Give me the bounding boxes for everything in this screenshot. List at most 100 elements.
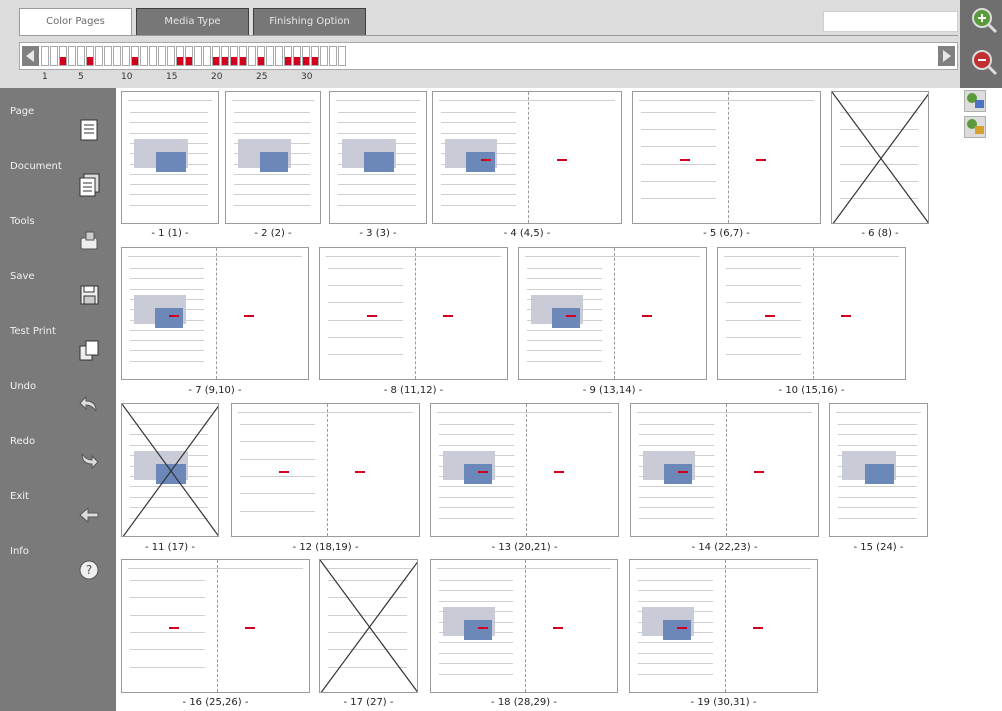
page-thumbnail[interactable] xyxy=(831,91,929,224)
page-thumbnail[interactable] xyxy=(121,559,310,693)
strip-page-21[interactable] xyxy=(221,46,229,66)
strip-page-26[interactable] xyxy=(266,46,274,66)
sidebar: Page Document Tools Save Test Print Undo Redo E… xyxy=(0,88,116,711)
strip-page-28[interactable] xyxy=(284,46,292,66)
strip-page-8[interactable] xyxy=(104,46,112,66)
strip-page-16[interactable] xyxy=(176,46,184,66)
page-thumbnail[interactable] xyxy=(225,91,321,224)
sidebar-item-label: Page xyxy=(10,106,35,117)
page-strip-panel xyxy=(19,42,958,70)
thumbnail-label: - 11 (17) - xyxy=(144,542,195,553)
search-input[interactable] xyxy=(823,11,958,32)
strip-scroll-left-button[interactable] xyxy=(22,46,39,66)
sidebar-item-info[interactable]: Info? xyxy=(0,546,116,592)
page-thumbnail[interactable] xyxy=(121,403,219,537)
sidebar-item-label: Exit xyxy=(10,491,29,502)
sidebar-item-page[interactable]: Page xyxy=(0,106,116,152)
strip-number: 15 xyxy=(166,72,178,82)
strip-page-4[interactable] xyxy=(68,46,76,66)
strip-page-18[interactable] xyxy=(194,46,202,66)
thumbnail-label: - 17 (27) - xyxy=(343,697,394,708)
arrow-left-icon xyxy=(26,50,34,62)
sidebar-item-redo[interactable]: Redo xyxy=(0,436,116,482)
sidebar-item-undo[interactable]: Undo xyxy=(0,381,116,427)
page-thumbnail[interactable] xyxy=(121,247,309,380)
sidebar-item-test-print[interactable]: Test Print xyxy=(0,326,116,372)
page-thumbnail[interactable] xyxy=(518,247,707,380)
page-thumbnail[interactable] xyxy=(629,559,818,693)
page-thumbnail[interactable] xyxy=(319,559,418,693)
strip-number: 20 xyxy=(211,72,223,82)
strip-page-3[interactable] xyxy=(59,46,67,66)
svg-text:?: ? xyxy=(86,563,92,577)
strip-page-12[interactable] xyxy=(140,46,148,66)
strip-page-20[interactable] xyxy=(212,46,220,66)
page-thumbnail[interactable] xyxy=(632,91,821,224)
page-strip-numbers: 1 5 10 15 20 25 30 xyxy=(19,72,958,84)
strip-page-15[interactable] xyxy=(167,46,175,66)
page-thumbnail[interactable] xyxy=(829,403,928,537)
sidebar-item-label: Save xyxy=(10,271,35,282)
page-thumbnail[interactable] xyxy=(630,403,819,537)
strip-page-29[interactable] xyxy=(293,46,301,66)
strip-page-1[interactable] xyxy=(41,46,49,66)
strip-page-6[interactable] xyxy=(86,46,94,66)
strip-page-13[interactable] xyxy=(149,46,157,66)
strip-page-19[interactable] xyxy=(203,46,211,66)
tools-icon xyxy=(78,228,100,252)
strip-page-32[interactable] xyxy=(320,46,328,66)
page-thumbnail[interactable] xyxy=(231,403,420,537)
strip-number: 25 xyxy=(256,72,268,82)
strip-page-27[interactable] xyxy=(275,46,283,66)
zoom-out-button[interactable] xyxy=(970,48,998,76)
strip-page-34[interactable] xyxy=(338,46,346,66)
page-thumbnail[interactable] xyxy=(717,247,906,380)
page-thumbnail[interactable] xyxy=(430,403,619,537)
strip-page-7[interactable] xyxy=(95,46,103,66)
strip-page-30[interactable] xyxy=(302,46,310,66)
strip-scroll-right-button[interactable] xyxy=(938,46,955,66)
undo-icon xyxy=(78,393,100,417)
strip-page-22[interactable] xyxy=(230,46,238,66)
redo-icon xyxy=(78,448,100,472)
page-thumbnail[interactable] xyxy=(319,247,508,380)
tab-media-type[interactable]: Media Type xyxy=(136,8,249,36)
strip-page-10[interactable] xyxy=(122,46,130,66)
strip-page-24[interactable] xyxy=(248,46,256,66)
tab-finishing-option[interactable]: Finishing Option xyxy=(253,8,366,36)
thumbnail-label: - 8 (11,12) - xyxy=(383,385,444,396)
strip-number: 1 xyxy=(42,72,48,82)
sidebar-item-save[interactable]: Save xyxy=(0,271,116,317)
strip-number: 30 xyxy=(301,72,313,82)
strip-page-5[interactable] xyxy=(77,46,85,66)
sidebar-item-tools[interactable]: Tools xyxy=(0,216,116,262)
strip-page-14[interactable] xyxy=(158,46,166,66)
strip-page-31[interactable] xyxy=(311,46,319,66)
sidebar-item-document[interactable]: Document xyxy=(0,161,116,207)
strip-page-9[interactable] xyxy=(113,46,121,66)
strip-page-17[interactable] xyxy=(185,46,193,66)
strip-page-23[interactable] xyxy=(239,46,247,66)
strip-page-11[interactable] xyxy=(131,46,139,66)
page-thumbnail[interactable] xyxy=(432,91,622,224)
zoom-color-icon xyxy=(967,119,984,134)
strip-page-33[interactable] xyxy=(329,46,337,66)
page-thumbnail[interactable] xyxy=(329,91,427,224)
page-thumbnail[interactable] xyxy=(121,91,219,224)
zoom-in-button[interactable] xyxy=(970,6,998,34)
thumbnail-label: - 6 (8) - xyxy=(861,228,899,239)
tab-color-pages[interactable]: Color Pages xyxy=(19,8,132,36)
tab-divider xyxy=(19,35,958,36)
sidebar-item-exit[interactable]: Exit xyxy=(0,491,116,537)
sidebar-item-label: Document xyxy=(10,161,62,172)
zoom-color-button[interactable] xyxy=(964,116,986,138)
thumbnail-label: - 18 (28,29) - xyxy=(491,697,557,708)
strip-number: 5 xyxy=(78,72,84,82)
thumbnail-label: - 3 (3) - xyxy=(359,228,397,239)
thumbnail-label: - 15 (24) - xyxy=(853,542,904,553)
page-thumbnail[interactable] xyxy=(430,559,618,693)
zoom-fit-button[interactable] xyxy=(964,90,986,112)
strip-page-2[interactable] xyxy=(50,46,58,66)
sidebar-item-label: Undo xyxy=(10,381,37,392)
strip-page-25[interactable] xyxy=(257,46,265,66)
